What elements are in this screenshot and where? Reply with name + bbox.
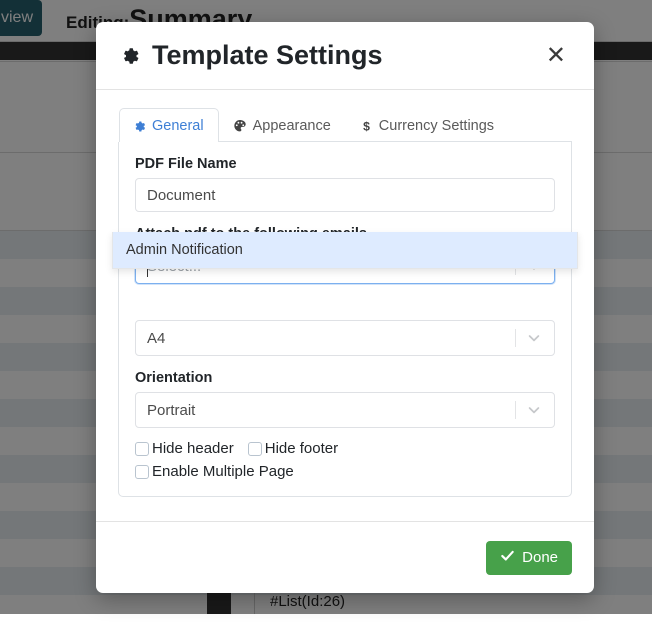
tab-currency-settings[interactable]: $ Currency Settings bbox=[346, 108, 509, 142]
gear-icon bbox=[133, 120, 146, 133]
svg-text:$: $ bbox=[363, 119, 370, 133]
dialog-header: Template Settings ✕ bbox=[96, 22, 594, 90]
tab-appearance[interactable]: Appearance bbox=[219, 108, 346, 142]
attach-pdf-dropdown-menu[interactable]: Admin Notification bbox=[112, 232, 578, 269]
tab-appearance-label: Appearance bbox=[253, 118, 331, 134]
gear-icon bbox=[120, 46, 140, 66]
general-settings-panel: PDF File Name Attach pdf to the followin… bbox=[118, 142, 572, 497]
done-button[interactable]: Done bbox=[486, 541, 572, 575]
orientation-label: Orientation bbox=[135, 370, 555, 386]
pdf-file-name-input[interactable] bbox=[135, 178, 555, 212]
template-settings-dialog: Template Settings ✕ General bbox=[96, 22, 594, 593]
dollar-icon: $ bbox=[360, 119, 373, 134]
close-icon[interactable]: ✕ bbox=[540, 40, 572, 72]
multiple-page-checkbox-row: Enable Multiple Page bbox=[135, 463, 555, 480]
page-size-select[interactable]: A4 bbox=[135, 320, 555, 356]
hide-header-checkbox[interactable]: Hide header bbox=[135, 440, 234, 457]
dialog-title-text: Template Settings bbox=[152, 40, 383, 71]
done-button-label: Done bbox=[522, 549, 558, 566]
tab-currency-label: Currency Settings bbox=[379, 118, 494, 134]
orientation-value: Portrait bbox=[147, 402, 195, 419]
check-icon bbox=[500, 548, 515, 567]
hide-footer-label: Hide footer bbox=[265, 440, 338, 457]
hide-header-checkbox-input[interactable] bbox=[135, 442, 149, 456]
hide-header-label: Hide header bbox=[152, 440, 234, 457]
hide-footer-checkbox-input[interactable] bbox=[248, 442, 262, 456]
enable-multiple-page-checkbox[interactable]: Enable Multiple Page bbox=[135, 463, 294, 480]
header-footer-checkbox-row: Hide header Hide footer bbox=[135, 440, 555, 457]
palette-icon bbox=[233, 119, 247, 133]
dialog-title: Template Settings bbox=[120, 40, 383, 71]
hide-footer-checkbox[interactable]: Hide footer bbox=[248, 440, 338, 457]
dialog-body: General Appearance $ Currency Settings bbox=[96, 90, 594, 521]
pdf-file-name-label: PDF File Name bbox=[135, 156, 555, 172]
settings-tabs: General Appearance $ Currency Settings bbox=[119, 108, 572, 142]
enable-multiple-page-label: Enable Multiple Page bbox=[152, 463, 294, 480]
chevron-down-icon[interactable] bbox=[515, 393, 554, 427]
orientation-select[interactable]: Portrait bbox=[135, 392, 555, 428]
dialog-footer: Done bbox=[96, 521, 594, 593]
tab-general-label: General bbox=[152, 118, 204, 134]
enable-multiple-page-checkbox-input[interactable] bbox=[135, 465, 149, 479]
tab-general[interactable]: General bbox=[119, 108, 219, 142]
page-size-value: A4 bbox=[147, 330, 165, 347]
chevron-down-icon[interactable] bbox=[515, 321, 554, 355]
dropdown-option-admin-notification[interactable]: Admin Notification bbox=[113, 232, 577, 268]
